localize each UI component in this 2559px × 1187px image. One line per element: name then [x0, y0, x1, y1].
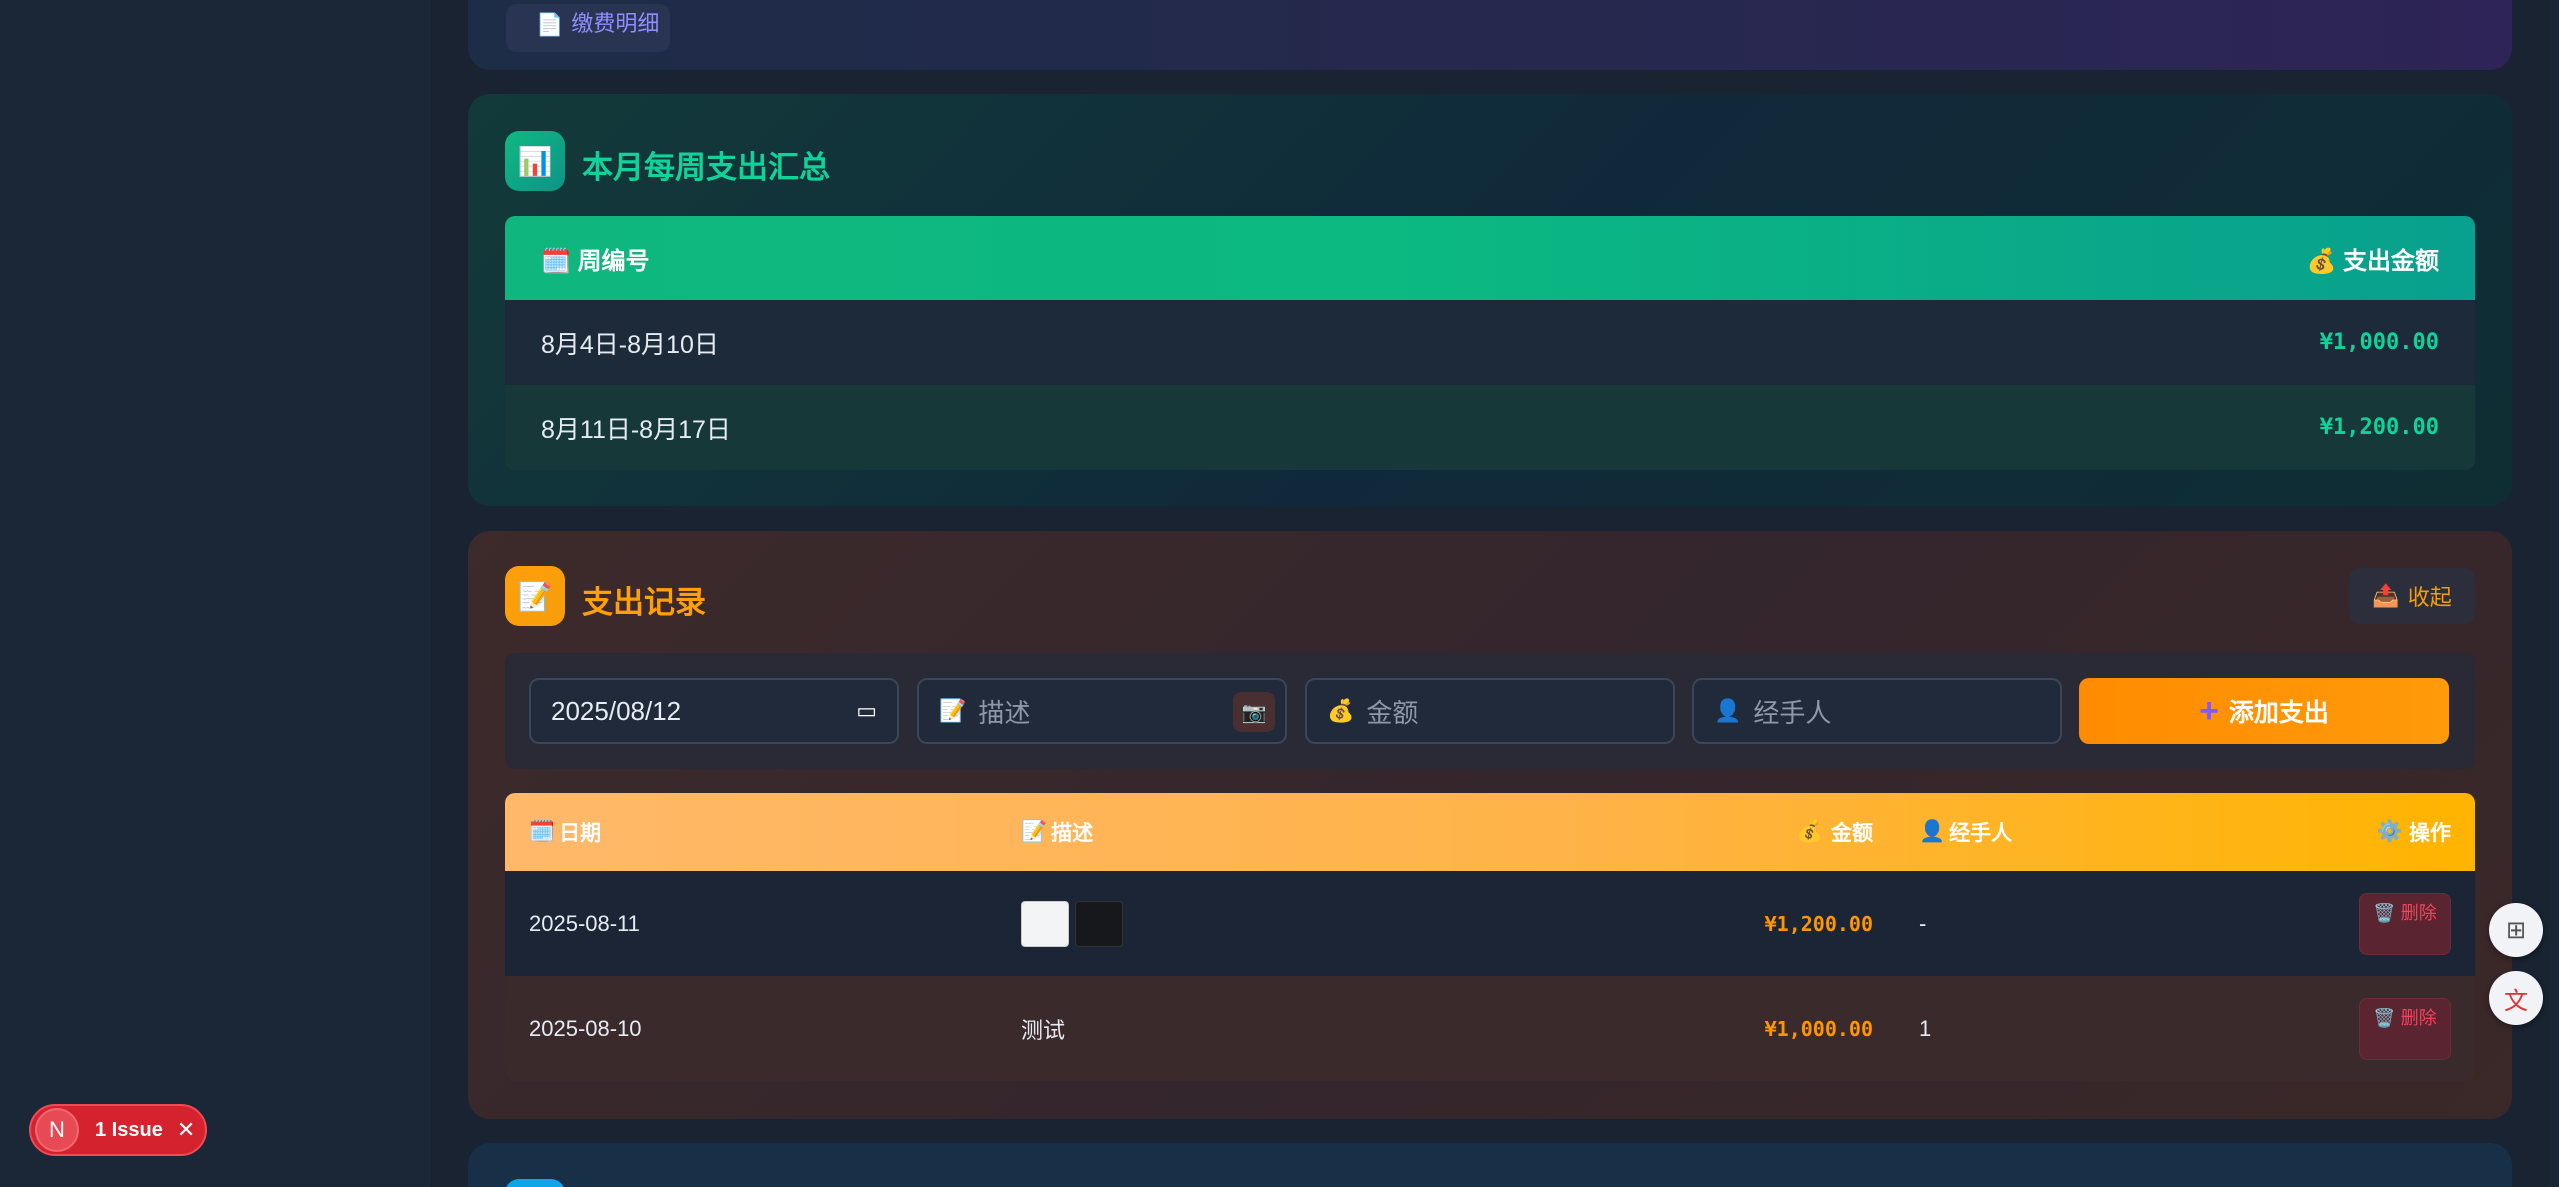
col-date: 🗓️ 日期	[529, 820, 602, 845]
row-date: 2025-08-10	[529, 1015, 642, 1041]
weekly-title: 本月每周支出汇总	[582, 150, 830, 185]
weekly-table: 🗓️ 周编号 💰 支出金额 8月4日-8月10日 ¥1,000.00 8月11日…	[505, 216, 2475, 470]
row-handler: 1	[1919, 1015, 1932, 1041]
plus-icon: +	[2199, 691, 2219, 730]
inbox-icon: 📤	[2372, 583, 2400, 608]
payment-details-link[interactable]: 📄 缴费明细	[506, 4, 670, 52]
col-amount: 💰 支出金额	[2306, 247, 2439, 275]
expense-records-card: 📝 支出记录 📤 收起 2025/08/12 ▭ 📝 描述 📷 💰 金额 👤 经…	[468, 531, 2512, 1119]
row-date: 2025-08-11	[529, 910, 640, 936]
row-operation: 🗑️ 删除	[2359, 871, 2451, 976]
delete-button[interactable]: 🗑️ 删除	[2359, 997, 2451, 1060]
weekly-summary-card: 📊 本月每周支出汇总 🗓️ 周编号 💰 支出金额 8月4日-8月10日 ¥1,0…	[468, 94, 2512, 506]
memo-icon: 📝	[505, 566, 565, 626]
week-amount: ¥1,200.00	[2319, 415, 2439, 440]
money-bag-icon: 💰	[2306, 247, 2337, 275]
row-desc	[1021, 871, 1129, 976]
row-operation: 🗑️ 删除	[2359, 976, 2451, 1081]
expense-table-header: 🗓️ 日期 📝 描述 💰 金额 👤 经手人 ⚙️ 操作	[505, 793, 2475, 871]
week-range: 8月11日-8月17日	[541, 415, 731, 444]
receipt-thumbnail[interactable]	[1075, 900, 1123, 947]
handler-input[interactable]: 👤 经手人	[1692, 678, 2062, 744]
table-row: 8月4日-8月10日 ¥1,000.00	[505, 300, 2475, 385]
calendar-icon: 🗓️	[541, 247, 571, 275]
camera-icon[interactable]: 📷	[1233, 692, 1275, 732]
col-amount: 💰 金额	[1796, 820, 1873, 845]
amount-input[interactable]: 💰 金额	[1305, 678, 1675, 744]
document-icon: 📄	[536, 12, 564, 37]
sidebar	[0, 0, 432, 1187]
col-operation: ⚙️ 操作	[2376, 820, 2451, 845]
calendar-icon: 🗓️	[529, 820, 556, 843]
gear-icon: ⚙️	[2376, 820, 2403, 843]
issue-label: 1 Issue	[95, 1118, 163, 1141]
expense-form: 2025/08/12 ▭ 📝 描述 📷 💰 金额 👤 经手人 + 添加支出	[505, 653, 2475, 769]
expense-table: 🗓️ 日期 📝 描述 💰 金额 👤 经手人 ⚙️ 操作 2025-08-11 ¥…	[505, 793, 2475, 1081]
issue-badge[interactable]: N 1 Issue ✕	[29, 1104, 207, 1156]
collapse-button[interactable]: 📤 收起	[2349, 568, 2475, 624]
person-icon: 👤	[1714, 698, 1742, 723]
date-input[interactable]: 2025/08/12 ▭	[529, 678, 899, 744]
money-bag-icon: 💰	[1796, 820, 1823, 843]
col-handler: 👤 经手人	[1919, 820, 2013, 845]
section-icon	[505, 1179, 565, 1187]
bar-chart-icon: 📊	[505, 131, 565, 191]
col-week: 🗓️ 周编号	[541, 247, 650, 275]
person-icon: 👤	[1919, 820, 1946, 843]
receipt-thumbnail[interactable]	[1021, 900, 1069, 947]
apps-grid-icon[interactable]: ⊞	[2489, 903, 2543, 957]
payment-details-label: 缴费明细	[571, 11, 660, 36]
week-amount: ¥1,000.00	[2319, 330, 2439, 355]
table-row: 8月11日-8月17日 ¥1,200.00	[505, 385, 2475, 470]
table-row: 2025-08-11 ¥1,200.00 - 🗑️ 删除	[505, 871, 2475, 976]
payment-card: 📄 缴费明细	[468, 0, 2512, 70]
row-desc: 测试	[1021, 1017, 1066, 1043]
col-desc: 📝 描述	[1021, 820, 1094, 845]
row-amount: ¥1,000.00	[1764, 1016, 1873, 1041]
trash-icon: 🗑️	[2373, 1007, 2396, 1028]
nextjs-logo-icon: N	[35, 1108, 79, 1152]
row-handler: -	[1919, 910, 1927, 936]
add-expense-button[interactable]: + 添加支出	[2079, 678, 2449, 744]
description-input[interactable]: 📝 描述 📷	[917, 678, 1287, 744]
close-icon[interactable]: ✕	[177, 1117, 195, 1143]
next-card	[468, 1143, 2512, 1187]
delete-button[interactable]: 🗑️ 删除	[2359, 892, 2451, 955]
table-row: 2025-08-10 测试 ¥1,000.00 1 🗑️ 删除	[505, 976, 2475, 1081]
trash-icon: 🗑️	[2373, 902, 2396, 923]
memo-icon: 📝	[1021, 820, 1048, 843]
expense-title: 支出记录	[582, 585, 706, 620]
translate-icon[interactable]: 文	[2489, 971, 2543, 1025]
memo-icon: 📝	[939, 698, 967, 723]
calendar-picker-icon[interactable]: ▭	[856, 698, 877, 724]
row-amount: ¥1,200.00	[1764, 911, 1873, 936]
weekly-table-header: 🗓️ 周编号 💰 支出金额	[505, 216, 2475, 300]
week-range: 8月4日-8月10日	[541, 330, 719, 359]
scrollbar[interactable]	[2549, 0, 2559, 1187]
money-bag-icon: 💰	[1327, 698, 1355, 723]
